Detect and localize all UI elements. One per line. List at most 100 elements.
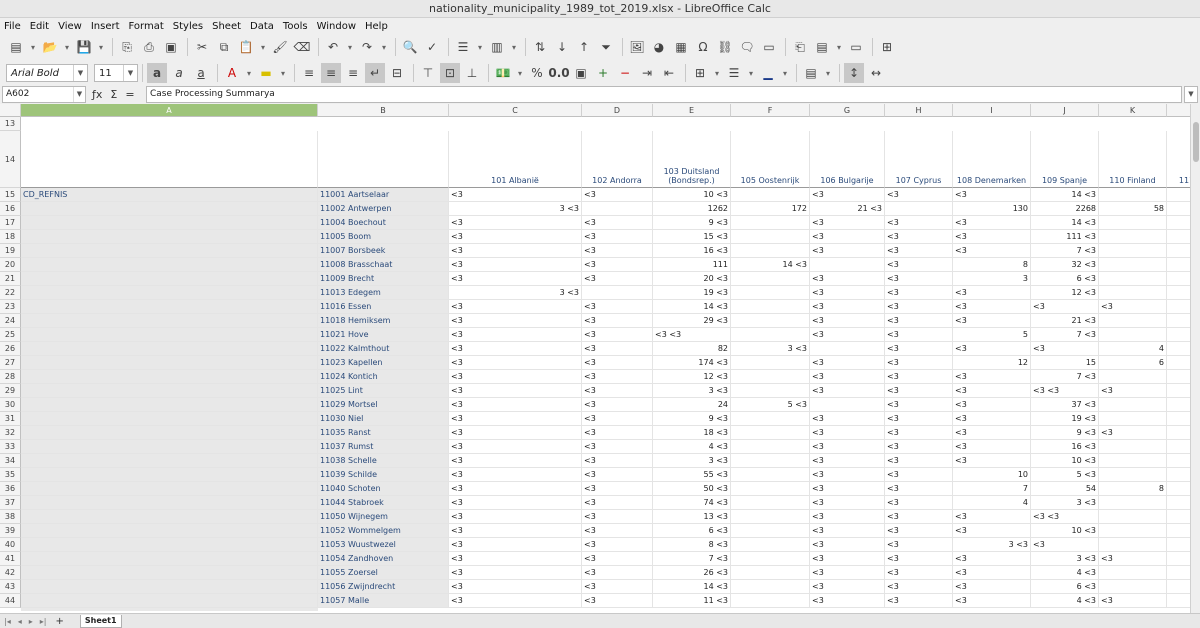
row-header[interactable]: 18 <box>0 230 21 244</box>
next-sheet-icon[interactable]: ▸ <box>29 617 33 626</box>
cell-value[interactable]: <3 <box>885 510 953 524</box>
cell-value[interactable] <box>731 314 810 328</box>
headers-footers-icon[interactable]: ▭ <box>759 37 779 57</box>
cell-value[interactable] <box>582 202 653 216</box>
hyperlink-icon[interactable]: ⛓ <box>715 37 735 57</box>
row-header[interactable]: 42 <box>0 566 21 580</box>
cell-value[interactable]: <3 <box>449 566 582 580</box>
cell-a[interactable] <box>21 384 318 398</box>
cell-value[interactable] <box>1167 510 1190 524</box>
font-color-dropdown-icon[interactable]: ▾ <box>244 63 254 83</box>
menu-sheet[interactable]: Sheet <box>212 21 241 32</box>
undo-icon[interactable]: ↶ <box>323 37 343 57</box>
cell-value[interactable] <box>1167 594 1190 608</box>
cell-value[interactable]: 18 <3 <box>653 426 731 440</box>
cell-value[interactable]: 5 <box>953 328 1031 342</box>
cell-value[interactable]: <3 <box>582 496 653 510</box>
cell-value[interactable]: <3 <box>449 384 582 398</box>
cell-value[interactable]: <3 <box>449 398 582 412</box>
column-dropdown-icon[interactable]: ▾ <box>509 37 519 57</box>
column-header-e[interactable]: E <box>653 104 731 117</box>
cell-value[interactable] <box>1167 398 1190 412</box>
cell-value[interactable]: 3 <3 <box>953 538 1031 552</box>
cell-value[interactable]: 7 <3 <box>1031 370 1099 384</box>
cell-value[interactable] <box>1167 482 1190 496</box>
cell-value[interactable]: 16 <3 <box>1031 440 1099 454</box>
cell-value[interactable]: <3 <box>1099 594 1167 608</box>
cell-a[interactable] <box>21 342 318 356</box>
open-dropdown-icon[interactable]: ▾ <box>62 37 72 57</box>
cell-value[interactable]: <3 <box>582 426 653 440</box>
cell-value[interactable] <box>731 356 810 370</box>
cell-value[interactable]: <3 <box>810 272 885 286</box>
cell-value[interactable]: <3 <box>582 342 653 356</box>
cell-value[interactable]: 8 <box>1099 482 1167 496</box>
cell-value[interactable]: 15 <box>1031 356 1099 370</box>
cell-value[interactable]: <3 <3 <box>653 328 731 342</box>
cell-municipality[interactable]: 11035 Ranst <box>318 426 449 440</box>
cell-value[interactable]: <3 <box>810 426 885 440</box>
save-icon[interactable]: 💾 <box>74 37 94 57</box>
cell-value[interactable] <box>1167 258 1190 272</box>
cell-value[interactable]: <3 <box>810 370 885 384</box>
country-header-cell[interactable]: 106 Bulgarije <box>810 131 885 188</box>
cell-value[interactable] <box>1167 286 1190 300</box>
cell-value[interactable]: <3 <box>810 188 885 202</box>
column-header-b[interactable]: B <box>318 104 449 117</box>
cell-value[interactable]: <3 <box>810 300 885 314</box>
cell-municipality[interactable]: 11018 Hemiksem <box>318 314 449 328</box>
cell-value[interactable]: <3 <box>953 426 1031 440</box>
cell-a[interactable] <box>21 328 318 342</box>
cell-value[interactable]: <3 <box>582 384 653 398</box>
cell-value[interactable]: <3 <box>582 356 653 370</box>
country-header-cell[interactable]: 109 Spanje <box>1031 131 1099 188</box>
cell-value[interactable]: 4 <box>1099 342 1167 356</box>
cell-value[interactable]: 55 <3 <box>653 468 731 482</box>
sort-descending-icon[interactable]: ↑ <box>574 37 594 57</box>
border-style-icon[interactable]: ☰ <box>724 63 744 83</box>
cell-value[interactable]: 7 <3 <box>1031 328 1099 342</box>
cell-a[interactable] <box>21 426 318 440</box>
currency-format-icon[interactable]: 💵 <box>493 63 513 83</box>
cell-value[interactable] <box>1167 566 1190 580</box>
cell-a[interactable] <box>21 202 318 216</box>
italic-icon[interactable]: a <box>169 63 189 83</box>
cell-value[interactable]: <3 <box>582 440 653 454</box>
cell-value[interactable]: 15 <3 <box>653 230 731 244</box>
cell-value[interactable] <box>1167 272 1190 286</box>
cell-value[interactable]: <3 <box>449 580 582 594</box>
cell-value[interactable]: 32 <3 <box>1031 258 1099 272</box>
cell-municipality[interactable]: 11016 Essen <box>318 300 449 314</box>
cell-value[interactable]: <3 <box>953 510 1031 524</box>
cell-value[interactable]: <3 <box>1099 384 1167 398</box>
cell-value[interactable] <box>731 412 810 426</box>
cell-value[interactable] <box>1167 216 1190 230</box>
cell-municipality[interactable]: 11007 Borsbeek <box>318 244 449 258</box>
cell-value[interactable]: <3 <box>885 454 953 468</box>
paste-dropdown-icon[interactable]: ▾ <box>258 37 268 57</box>
cell-a[interactable] <box>21 230 318 244</box>
cell-value[interactable]: <3 <box>449 370 582 384</box>
cell-value[interactable]: <3 <box>885 412 953 426</box>
column-header-c[interactable]: C <box>449 104 582 117</box>
cell-a[interactable] <box>21 356 318 370</box>
row-header[interactable]: 34 <box>0 454 21 468</box>
cell-value[interactable]: 14 <3 <box>1031 188 1099 202</box>
column-header-h[interactable]: H <box>885 104 953 117</box>
cell-value[interactable] <box>1167 426 1190 440</box>
cell-value[interactable]: <3 <box>953 286 1031 300</box>
cell-value[interactable]: 3 <3 <box>653 454 731 468</box>
cell-value[interactable]: <3 <box>582 244 653 258</box>
column-header-f[interactable]: F <box>731 104 810 117</box>
cell-value[interactable]: <3 <box>449 440 582 454</box>
wrap-text-icon[interactable]: ↵ <box>365 63 385 83</box>
cell-value[interactable] <box>1099 580 1167 594</box>
equals-icon[interactable]: = <box>125 88 134 101</box>
cell-value[interactable]: <3 <box>810 244 885 258</box>
cell-value[interactable]: <3 <box>953 314 1031 328</box>
highlight-dropdown-icon[interactable]: ▾ <box>278 63 288 83</box>
cell-value[interactable]: <3 <box>582 510 653 524</box>
menu-format[interactable]: Format <box>129 21 164 32</box>
row-header[interactable]: 39 <box>0 524 21 538</box>
cell-value[interactable]: <3 <box>449 188 582 202</box>
